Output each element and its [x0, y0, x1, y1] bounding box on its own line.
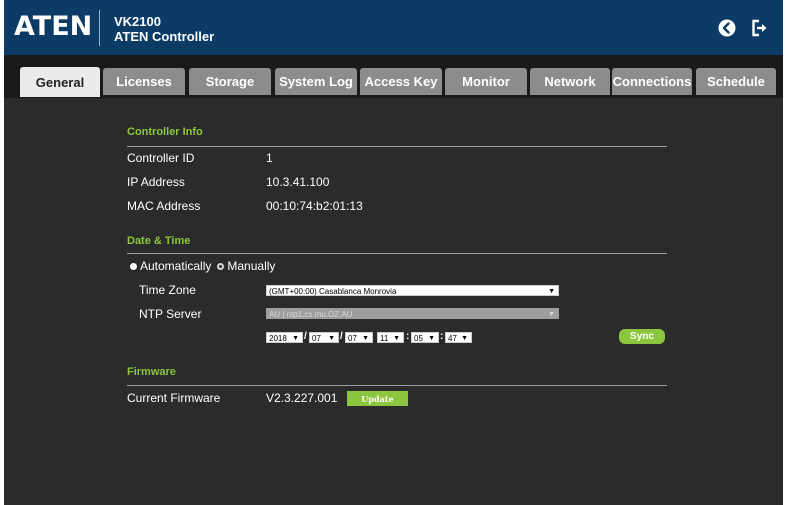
tab-bar: General Licenses Storage System Log Acce…	[4, 55, 783, 98]
header-divider	[99, 10, 100, 46]
header-bar: ATEN VK2100 ATEN Controller	[4, 0, 783, 55]
product-title: VK2100 ATEN Controller	[114, 14, 214, 44]
section-divider	[127, 253, 667, 254]
app-window: ATEN VK2100 ATEN Controller General Lice…	[4, 0, 783, 505]
section-divider	[127, 385, 667, 386]
product-name: ATEN Controller	[114, 29, 215, 44]
month-select[interactable]: 07 ▼	[309, 332, 339, 343]
time-mode-radio-group: Automatically Manually	[130, 259, 281, 273]
logout-icon[interactable]	[750, 18, 770, 38]
date-separator: /	[304, 331, 307, 342]
general-panel: Controller Info Controller ID 1 IP Addre…	[4, 98, 783, 505]
ntp-server-select: AU | ntp1.cs.mu.OZ.AU ▼	[266, 308, 559, 319]
dropdown-arrow-icon: ▼	[328, 335, 335, 342]
manual-radio[interactable]	[217, 262, 225, 270]
section-divider	[127, 146, 667, 147]
dropdown-arrow-icon: ▼	[393, 335, 400, 342]
ip-address-value: 10.3.41.100	[266, 175, 330, 189]
ntp-server-label: NTP Server	[139, 307, 202, 321]
mac-address-value: 00:10:74:b2:01:13	[266, 199, 363, 213]
sync-button[interactable]: Sync	[619, 329, 665, 344]
back-arrow-circle-icon[interactable]	[717, 18, 737, 38]
time-zone-select[interactable]: (GMT+00:00) Casablanca Monrovia ▼	[266, 285, 559, 296]
controller-id-label: Controller ID	[127, 151, 195, 165]
controller-id-value: 1	[266, 151, 273, 165]
firmware-title: Firmware	[127, 366, 176, 378]
current-firmware-value: V2.3.227.001	[266, 391, 338, 405]
dropdown-arrow-icon: ▼	[362, 335, 369, 342]
date-separator: /	[340, 331, 343, 342]
ip-address-label: IP Address	[127, 175, 185, 189]
logo-text: ATEN	[14, 11, 93, 42]
aten-logo: ATEN	[14, 12, 92, 42]
model-name: VK2100	[114, 14, 161, 29]
hour-select[interactable]: 11 ▼	[377, 332, 404, 343]
tab-schedule[interactable]: Schedule	[696, 68, 776, 95]
time-zone-label: Time Zone	[139, 283, 196, 297]
dropdown-arrow-icon: ▼	[461, 335, 468, 342]
minute-select[interactable]: 05 ▼	[411, 332, 439, 343]
current-firmware-label: Current Firmware	[127, 391, 221, 405]
dropdown-arrow-icon: ▼	[548, 311, 555, 318]
date-time-title: Date & Time	[127, 235, 191, 247]
day-select[interactable]: 07 ▼	[345, 332, 373, 343]
tab-network[interactable]: Network	[530, 68, 610, 95]
tab-system-log[interactable]: System Log	[275, 68, 357, 95]
tab-connections[interactable]: Connections	[612, 68, 692, 95]
dropdown-arrow-icon: ▼	[548, 288, 555, 295]
dropdown-arrow-icon: ▼	[428, 335, 435, 342]
time-separator: :	[440, 331, 444, 342]
update-button[interactable]: Update	[347, 391, 408, 406]
tab-monitor[interactable]: Monitor	[445, 68, 527, 95]
tab-storage[interactable]: Storage	[189, 68, 271, 95]
auto-radio[interactable]	[130, 262, 137, 270]
tab-general[interactable]: General	[20, 67, 100, 97]
second-select[interactable]: 47 ▼	[445, 332, 472, 343]
manual-radio-label[interactable]: Manually	[227, 259, 275, 273]
mac-address-label: MAC Address	[127, 199, 201, 213]
auto-radio-label[interactable]: Automatically	[140, 259, 211, 273]
dropdown-arrow-icon: ▼	[292, 335, 299, 342]
year-select[interactable]: 2018 ▼	[266, 332, 303, 343]
controller-info-title: Controller Info	[127, 126, 203, 138]
tab-licenses[interactable]: Licenses	[103, 68, 185, 95]
tab-access-key[interactable]: Access Key	[360, 68, 442, 95]
time-separator: :	[406, 331, 410, 342]
